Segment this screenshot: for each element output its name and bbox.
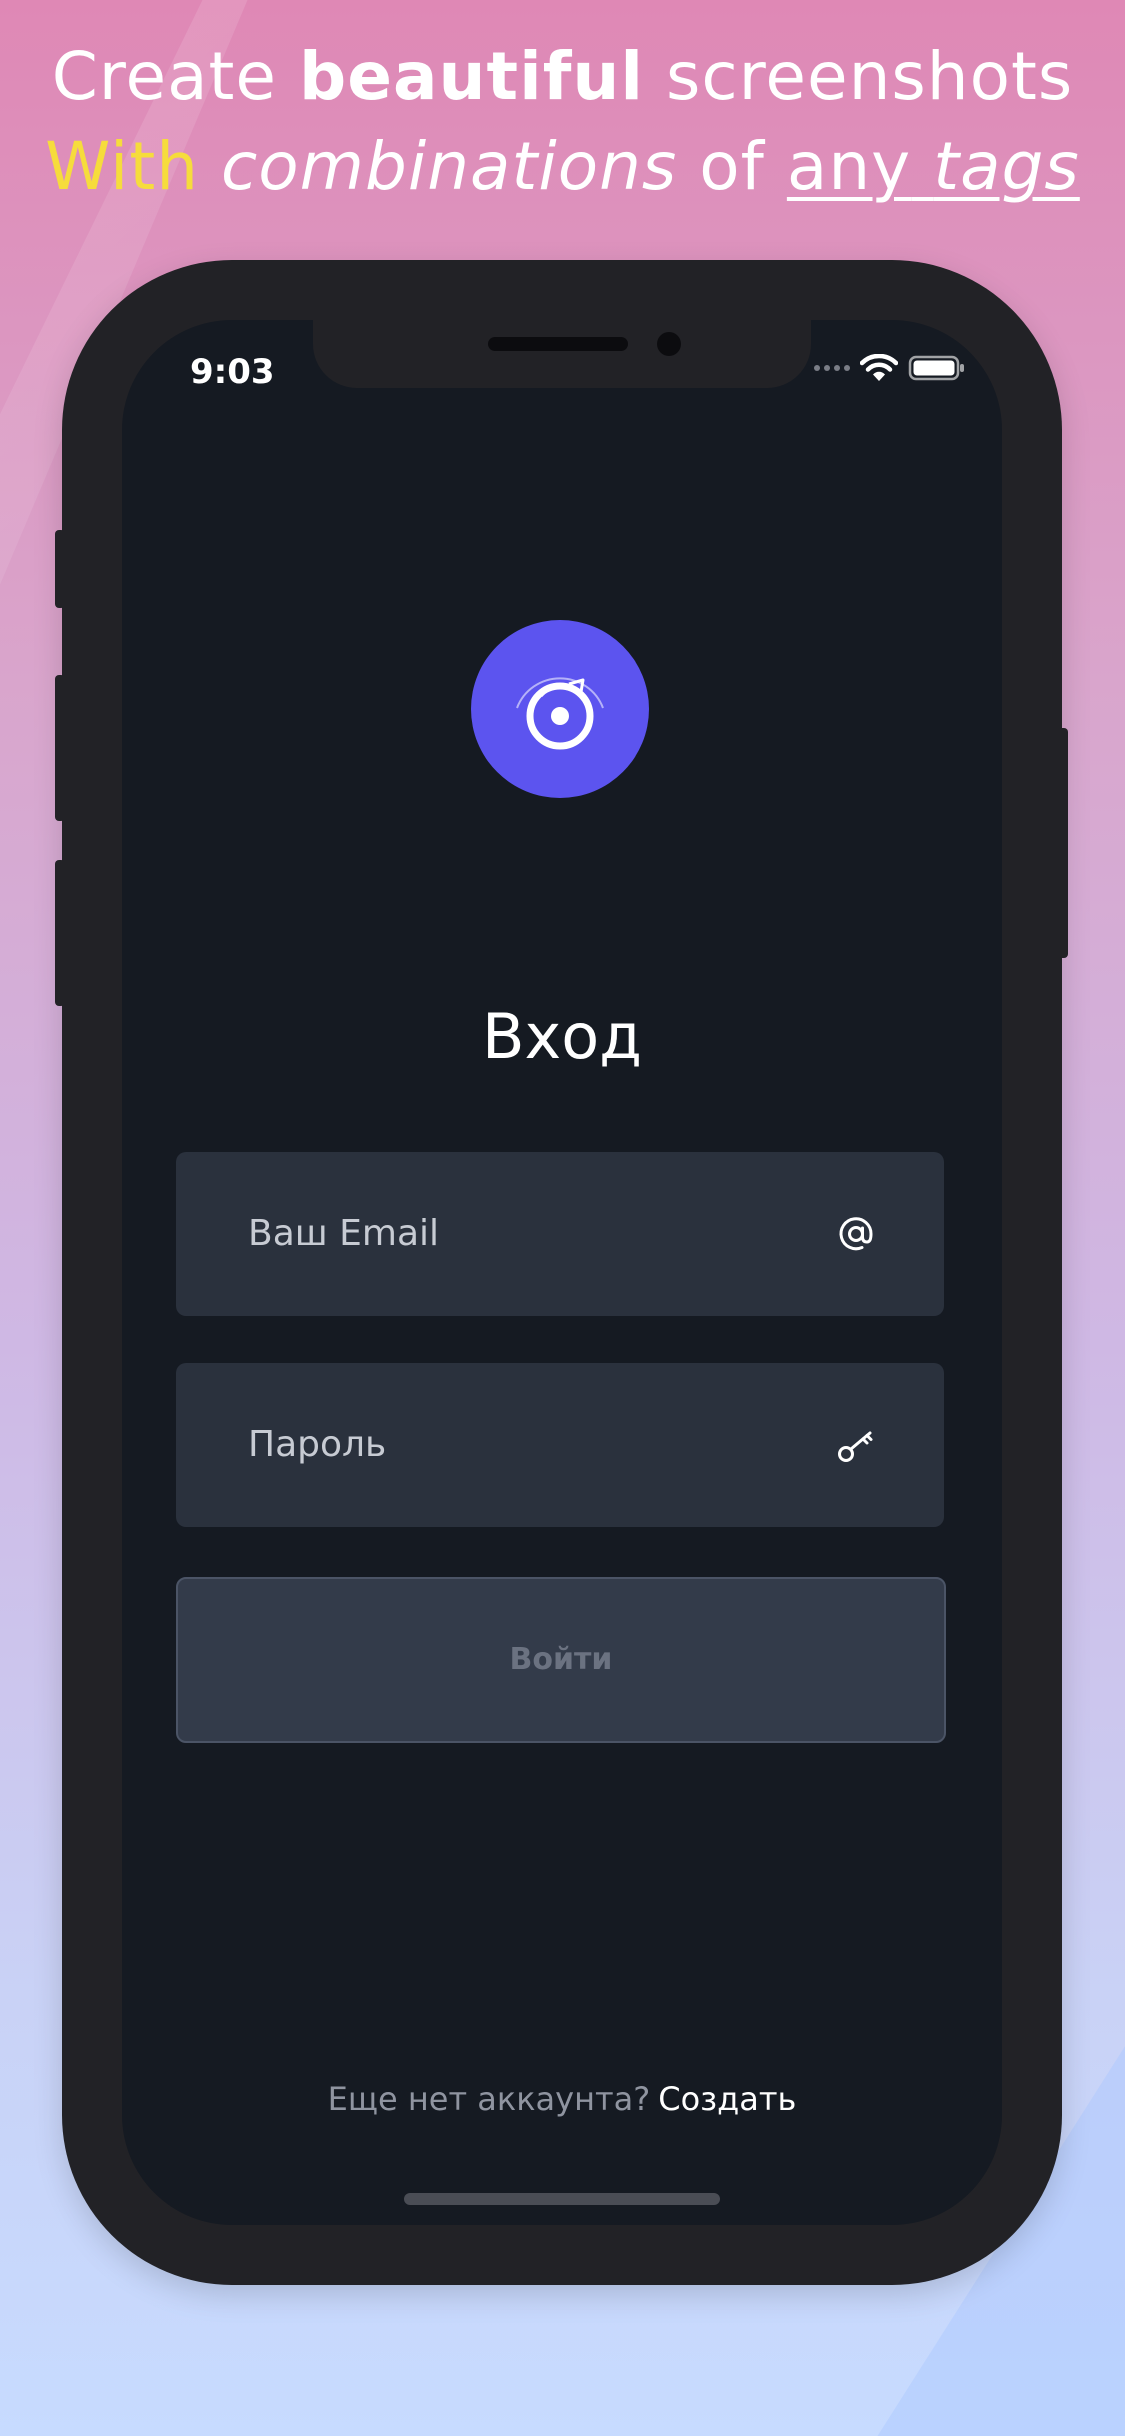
password-field[interactable]: Пароль [176,1363,944,1527]
create-account-link[interactable]: Создать [658,2080,796,2118]
mute-switch [55,530,65,608]
phone-screen: 9:03 Вход Ваш Email Пароль Войти Еще нет… [122,320,1002,2225]
volume-down-button [55,860,65,1006]
signal-dots-icon [814,365,850,371]
headline-line-2: With combinations of any tags [45,128,1080,205]
speaker [488,337,628,351]
front-camera [657,332,681,356]
battery-icon [908,355,964,381]
password-placeholder: Пароль [248,1424,387,1465]
page-title: Вход [481,1000,643,1073]
headline-line-1: Create beautiful screenshots [51,38,1074,115]
status-time: 9:03 [190,352,275,392]
signup-prompt: Еще нет аккаунта? Создать [122,2080,1002,2118]
key-icon [838,1431,873,1462]
email-field[interactable]: Ваш Email [176,1152,944,1316]
notch [313,320,811,388]
volume-up-button [55,675,65,821]
signup-question: Еще нет аккаунта? [327,2080,651,2118]
app-logo-icon [516,677,604,750]
email-placeholder: Ваш Email [248,1213,440,1254]
power-button [1058,728,1068,958]
wifi-icon [860,354,898,381]
home-indicator[interactable] [404,2193,720,2205]
at-sign-icon [839,1217,873,1251]
login-button[interactable]: Войти [176,1577,946,1743]
app-logo [471,620,649,798]
status-icons [814,354,966,382]
